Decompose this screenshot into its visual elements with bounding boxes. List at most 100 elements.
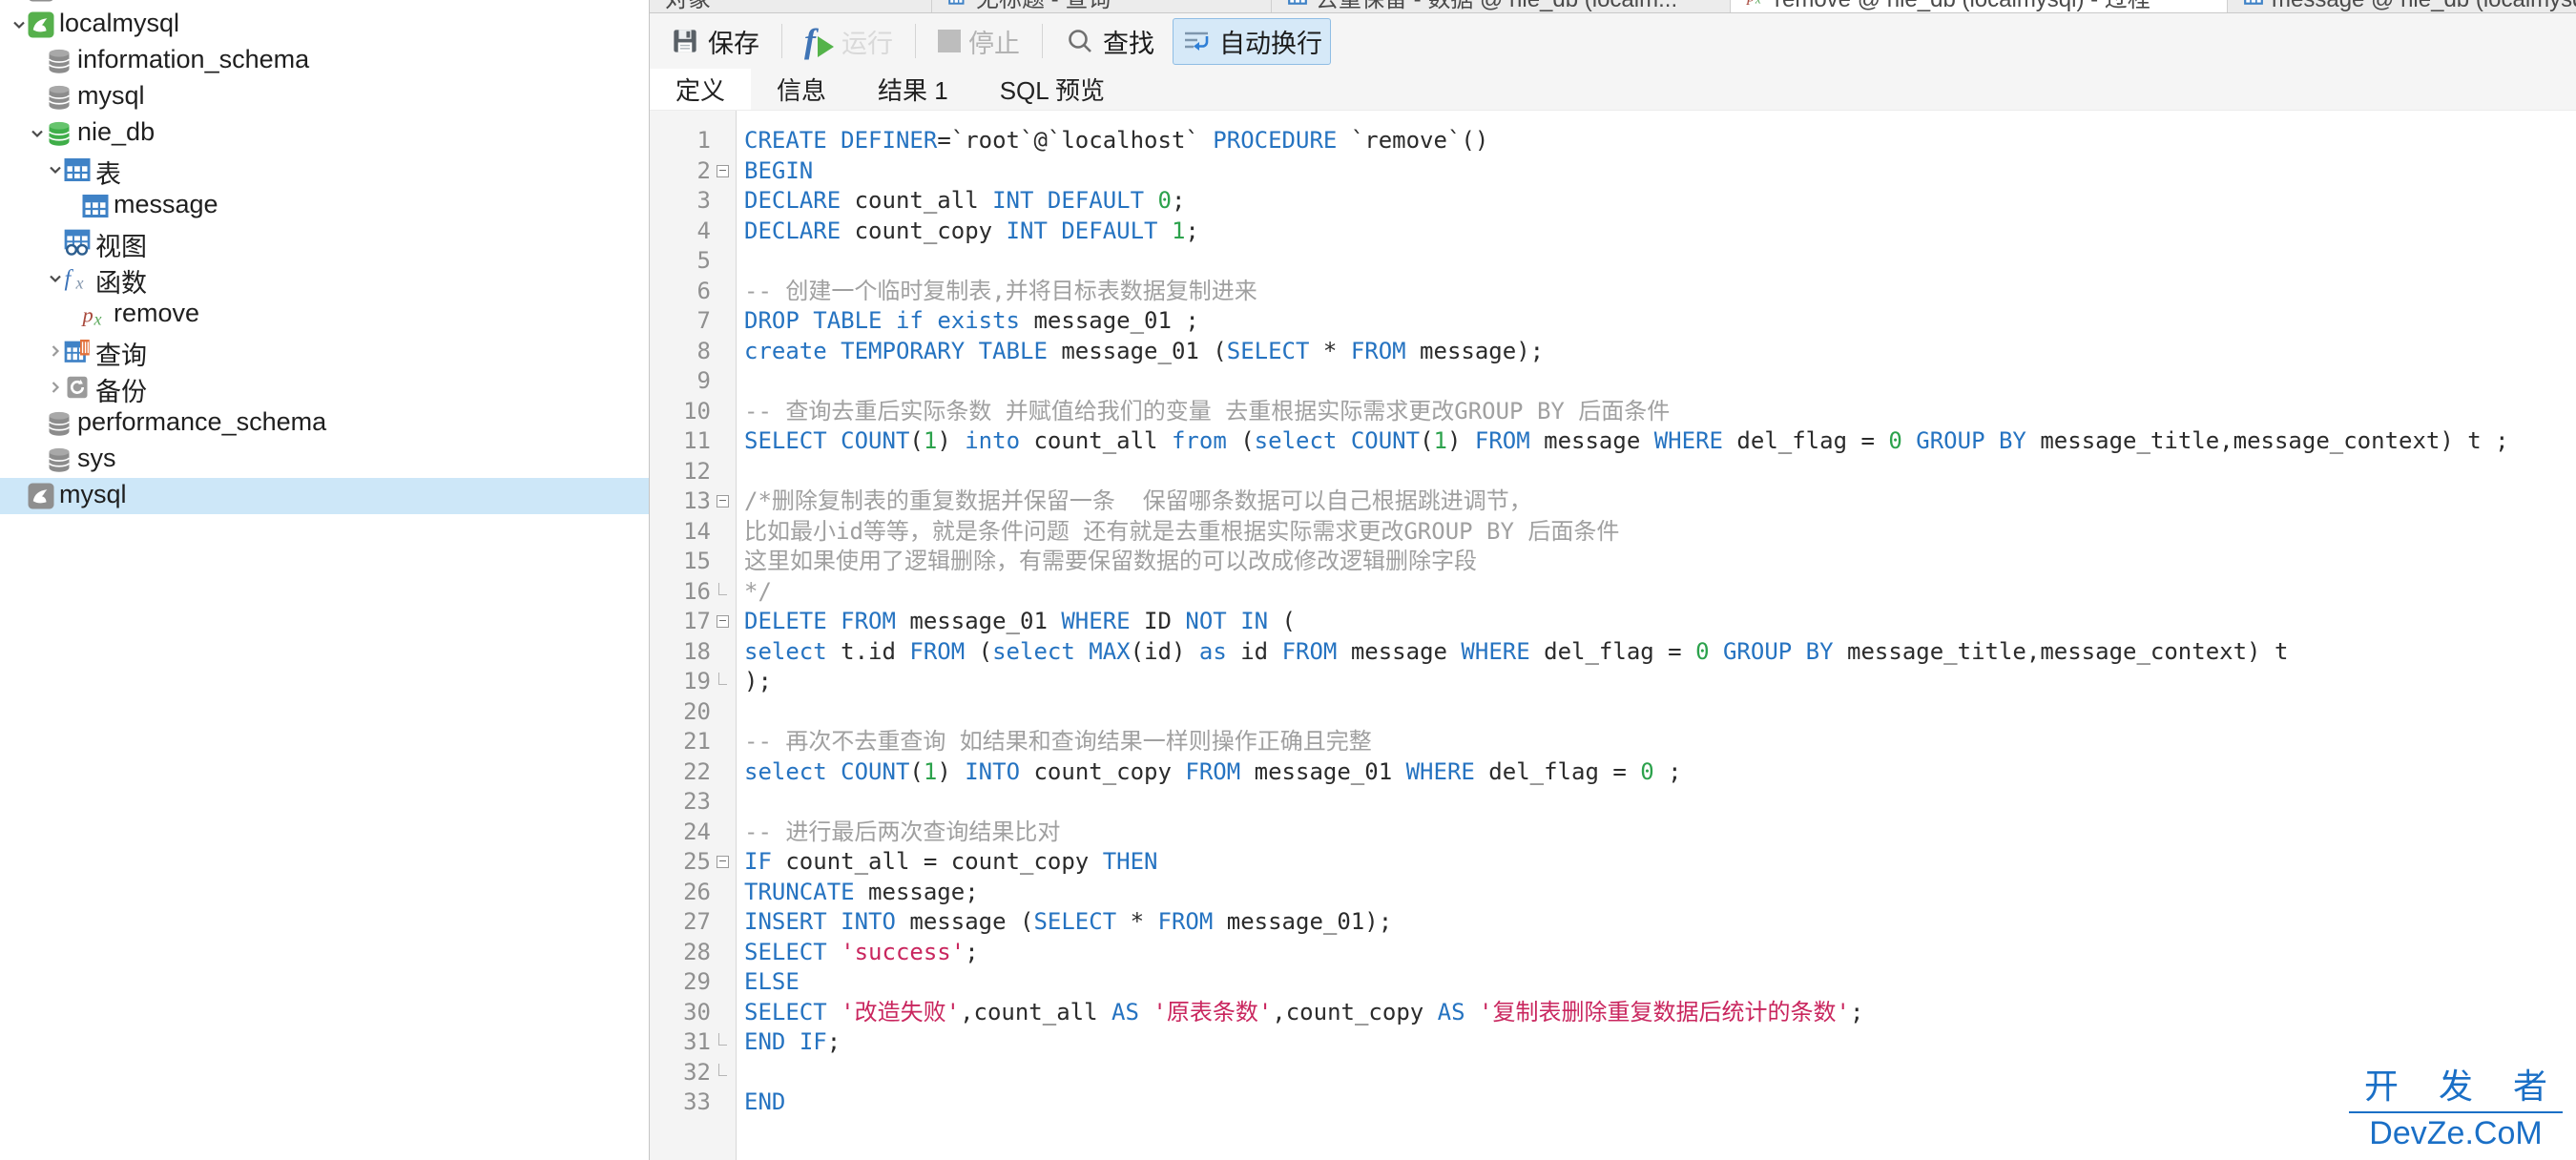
code-text: DELETE FROM message_01 WHERE ID NOT IN ( (737, 607, 1296, 637)
tree-item-performance_schema[interactable]: performance_schema (0, 405, 649, 442)
save-button[interactable]: 保存 (661, 18, 768, 65)
subtab-3[interactable]: SQL 预览 (974, 69, 1131, 110)
code-line-7: 7DROP TABLE if exists message_01 ; (650, 306, 2576, 337)
procedure-px-icon: px (81, 300, 110, 329)
tree-item-表[interactable]: 表 (0, 152, 649, 188)
chevron-down-icon[interactable] (10, 15, 29, 34)
tree-item-label: mysql (77, 81, 145, 111)
svg-text:x: x (93, 310, 102, 329)
code-text (737, 1058, 744, 1088)
line-number: 5 (650, 246, 711, 277)
table-icon (81, 192, 110, 220)
tree-item-label: localmysql (59, 9, 179, 38)
line-number: 3 (650, 186, 711, 217)
fold-gutter (711, 818, 737, 848)
document-tab-0[interactable]: 对象 (650, 0, 932, 12)
document-tab-2[interactable]: 去重保留 - 数据 @ nie_db (localm... (1272, 0, 1731, 12)
code-text: SELECT COUNT(1) into count_all from (sel… (737, 426, 2509, 457)
code-line-13: 13/*删除复制表的重复数据并保留一条 保留哪条数据可以自己根据跳进调节， (650, 487, 2576, 517)
code-text: ); (737, 667, 772, 697)
tree-item-remove[interactable]: pxremove (0, 297, 649, 333)
chevron-down-icon[interactable] (46, 160, 65, 179)
tree-item-函数[interactable]: fx函数 (0, 260, 649, 297)
tree-item-message[interactable]: message (0, 188, 649, 224)
code-line-23: 23 (650, 787, 2576, 818)
line-number: 33 (650, 1088, 711, 1118)
fold-gutter (711, 126, 737, 156)
document-tab-3[interactable]: pxremove @ nie_db (localmysql) - 过程 (1731, 0, 2228, 12)
line-number: 17 (650, 607, 711, 637)
tree-item-备份[interactable]: 备份 (0, 369, 649, 405)
code-line-11: 11SELECT COUNT(1) into count_all from (s… (650, 426, 2576, 457)
database-tree-sidebar[interactable]: localmysqlinformation_schemamysqlnie_db表… (0, 0, 650, 1160)
fold-marker[interactable] (711, 156, 737, 187)
subtab-2[interactable]: 结果 1 (852, 69, 974, 110)
line-number: 28 (650, 938, 711, 968)
line-number: 24 (650, 818, 711, 848)
chevron-down-icon[interactable] (46, 269, 65, 288)
stop-icon (938, 30, 961, 52)
tree-item-mysql[interactable]: mysql (0, 478, 649, 514)
code-line-27: 27INSERT INTO message (SELECT * FROM mes… (650, 907, 2576, 938)
run-fx-icon: f (804, 27, 816, 55)
save-label: 保存 (708, 23, 759, 60)
fold-gutter (711, 998, 737, 1028)
tree-item-label: performance_schema (77, 407, 326, 437)
line-number: 9 (650, 366, 711, 397)
code-text: CREATE DEFINER=`root`@`localhost` PROCED… (737, 126, 1488, 156)
document-tabbar: 对象 无标题 - 查询 去重保留 - 数据 @ nie_db (localm... p… (650, 0, 2576, 13)
watermark: 开 发 者 DevZe.CoM (2349, 1059, 2563, 1152)
subtab-0[interactable]: 定义 (650, 69, 751, 110)
document-tab-label: 去重保留 - 数据 @ nie_db (localm... (1316, 0, 1677, 12)
line-number: 21 (650, 727, 711, 757)
document-tab-label: 无标题 - 查询 (976, 0, 1111, 12)
find-button[interactable]: 查找 (1056, 18, 1163, 65)
tree-item-视图[interactable]: 视图 (0, 224, 649, 260)
tree-item-sys[interactable]: sys (0, 442, 649, 478)
document-tab-1[interactable]: 无标题 - 查询 (932, 0, 1272, 12)
fold-marker[interactable] (711, 847, 737, 878)
fold-gutter (711, 337, 737, 367)
chevron-right-icon[interactable] (46, 342, 65, 361)
line-number: 10 (650, 397, 711, 427)
tree-item-mysql[interactable]: mysql (0, 79, 649, 115)
toolbar-separator (1042, 24, 1043, 58)
code-text: SELECT 'success'; (737, 938, 979, 968)
code-line-12: 12 (650, 457, 2576, 487)
sql-editor[interactable]: 1CREATE DEFINER=`root`@`localhost` PROCE… (650, 111, 2576, 1160)
chevron-right-icon[interactable] (46, 378, 65, 397)
chevron-down-icon[interactable] (28, 124, 47, 143)
code-line-22: 22select COUNT(1) INTO count_copy FROM m… (650, 757, 2576, 788)
tree-item-localmysql[interactable]: localmysql (0, 7, 649, 43)
code-text: select COUNT(1) INTO count_copy FROM mes… (737, 757, 1682, 788)
code-text (737, 457, 744, 487)
code-line-16: 16*/ (650, 577, 2576, 608)
stop-button[interactable]: 停止 (929, 18, 1028, 65)
code-text: 这里如果使用了逻辑删除，有需要保留数据的可以改成修改逻辑删除字段 (737, 547, 1477, 577)
word-wrap-toggle[interactable]: 自动换行 (1173, 18, 1331, 65)
tree-item-label: 视图 (95, 226, 147, 263)
document-tab-4[interactable]: message @ nie_db (localmysql) - 表 (2228, 0, 2576, 12)
word-wrap-icon (1181, 26, 1212, 56)
tree-item-information_schema[interactable]: information_schema (0, 43, 649, 79)
fold-gutter (711, 757, 737, 788)
tree-item-nie_db[interactable]: nie_db (0, 115, 649, 152)
run-play-icon (818, 36, 834, 57)
fold-marker (711, 667, 737, 697)
fold-gutter (711, 517, 737, 548)
code-line-15: 15这里如果使用了逻辑删除，有需要保留数据的可以改成修改逻辑删除字段 (650, 547, 2576, 577)
tree-item-查询[interactable]: 查询 (0, 333, 649, 369)
fold-marker[interactable] (711, 607, 737, 637)
code-text: DROP TABLE if exists message_01 ; (737, 306, 1199, 337)
tree-item-cutoff[interactable] (0, 0, 649, 7)
code-line-21: 21-- 再次不去重查询 如结果和查询结果一样则操作正确且完整 (650, 727, 2576, 757)
fold-gutter (711, 787, 737, 818)
run-button[interactable]: f 运行 (796, 18, 902, 65)
fold-marker[interactable] (711, 487, 737, 517)
subtab-1[interactable]: 信息 (751, 69, 852, 110)
code-line-5: 5 (650, 246, 2576, 277)
code-line-9: 9 (650, 366, 2576, 397)
document-tab-label: message @ nie_db (localmysql) - 表 (2272, 0, 2576, 12)
code-line-8: 8create TEMPORARY TABLE message_01 (SELE… (650, 337, 2576, 367)
find-label: 查找 (1103, 23, 1154, 60)
